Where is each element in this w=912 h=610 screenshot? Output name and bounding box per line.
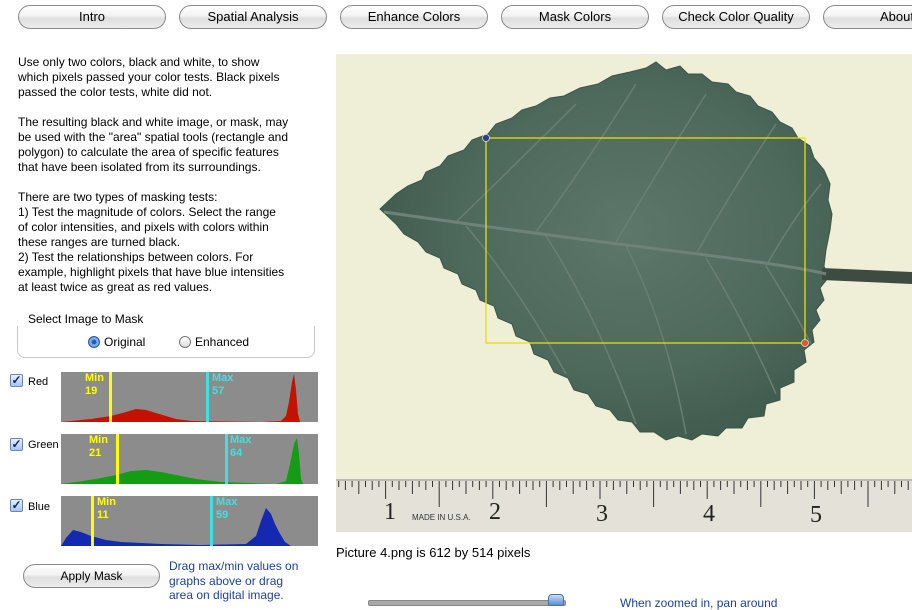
radio-original[interactable]: Original [88,335,145,349]
selection-handle-bottom-right[interactable] [801,339,809,347]
instruction-line: that have been isolated from its surroun… [18,160,261,174]
blue-max-text: Max 59 [216,496,238,521]
red-min-marker[interactable] [109,372,112,422]
apply-mask-button[interactable]: Apply Mask [23,564,160,588]
instructions-paragraph-3: There are two types of masking tests: 1)… [18,190,318,295]
tab-spatial-analysis[interactable]: Spatial Analysis [179,5,327,29]
image-select-group: Original Enhanced [17,326,315,358]
red-checkbox[interactable]: ✓ [10,374,23,387]
green-max-marker[interactable] [225,434,228,484]
blue-histogram[interactable]: Min 11 Max 59 [61,496,318,546]
drag-hint-line: area on digital image. [169,588,284,602]
tab-mask-colors[interactable]: Mask Colors [501,5,649,29]
blue-max-marker[interactable] [210,496,213,546]
image-caption: Picture 4.png is 612 by 514 pixels [336,545,531,560]
zoom-slider-track[interactable] [368,600,566,606]
instructions-paragraph-1: Use only two colors, black and white, to… [18,55,318,100]
green-min-text: Min 21 [89,434,108,459]
instruction-line: these ranges are turned black. [18,235,181,249]
ruler-made-in-usa: MADE IN U.S.A. [412,513,471,522]
instruction-line: example, highlight pixels that have blue… [18,265,285,279]
green-label: Green [28,439,59,451]
tab-intro[interactable]: Intro [18,5,166,29]
blue-min-text: Min 11 [97,496,116,521]
red-label: Red [28,376,49,388]
instruction-line: polygon) to calculate the area of specif… [18,145,279,159]
red-min-text: Min 19 [85,372,104,397]
drag-hint-line: Drag max/min values on [169,559,299,573]
instruction-line: passed the color tests, white did not. [18,85,213,99]
digital-image[interactable]: 1 2 3 4 5 MADE IN U.S.A. [336,54,912,532]
instruction-line: of color intensities, and pixels with co… [18,220,269,234]
ruler [336,479,912,532]
red-max-text: Max 57 [212,372,234,397]
red-max-marker[interactable] [206,372,209,422]
ruler-label: 2 [489,499,501,525]
green-histogram[interactable]: Min 21 Max 64 [61,434,318,484]
zoom-slider-thumb[interactable] [548,594,564,606]
ruler-label: 4 [703,501,715,527]
drag-hint-line: graphs above or drag [169,573,284,588]
instruction-line: 2) Test the relationships between colors… [18,250,254,264]
blue-checkbox[interactable]: ✓ [10,499,23,512]
tab-enhance-colors[interactable]: Enhance Colors [340,5,488,29]
ruler-label: 5 [810,502,822,528]
drag-hint: Drag max/min values on graphs above or d… [169,559,319,603]
zoom-hint: When zoomed in, pan around [620,596,778,610]
radio-unselected-icon [179,336,191,348]
tab-about[interactable]: About [823,5,912,29]
instruction-line: 1) Test the magnitude of colors. Select … [18,205,276,219]
blue-distribution [61,508,291,546]
instruction-line: be used with the "area" spatial tools (r… [18,130,289,144]
leaf-photo: 1 2 3 4 5 MADE IN U.S.A. [336,54,912,532]
red-histogram[interactable]: Min 19 Max 57 [61,372,318,422]
radio-enhanced-label: Enhanced [195,335,250,349]
radio-original-label: Original [104,335,146,349]
instruction-line: at least twice as great as red values. [18,280,213,294]
green-max-text: Max 64 [230,434,252,459]
instruction-line: Use only two colors, black and white, to… [18,55,260,69]
radio-selected-icon [88,336,100,348]
select-image-label: Select Image to Mask [28,312,144,326]
instruction-line: The resulting black and white image, or … [18,115,289,129]
ruler-label: 1 [384,499,396,525]
green-min-marker[interactable] [116,434,119,484]
blue-min-marker[interactable] [91,496,94,546]
tab-check-color-quality[interactable]: Check Color Quality [662,5,810,29]
ruler-label: 3 [596,501,608,527]
instructions-paragraph-2: The resulting black and white image, or … [18,115,318,175]
zoom-slider[interactable] [368,594,568,607]
instruction-line: There are two types of masking tests: [18,190,218,204]
instruction-line: which pixels passed your color tests. Bl… [18,70,280,84]
radio-enhanced[interactable]: Enhanced [179,335,249,349]
green-checkbox[interactable]: ✓ [10,438,23,451]
selection-handle-top-left[interactable] [482,134,490,142]
blue-label: Blue [28,501,51,513]
